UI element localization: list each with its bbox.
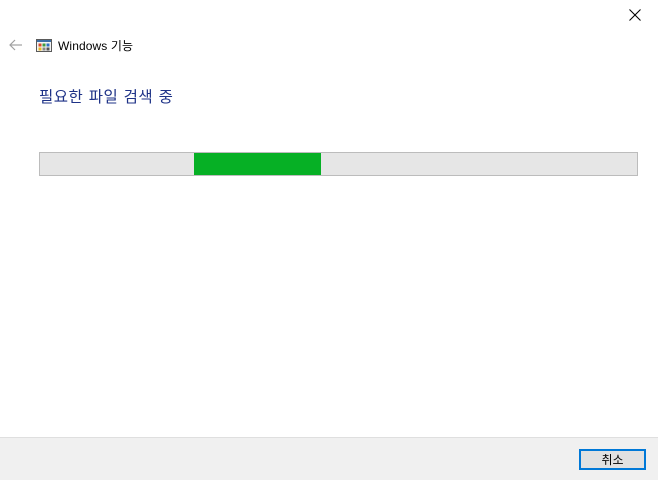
dialog-footer: 취소 <box>0 437 658 480</box>
close-icon <box>629 9 641 21</box>
title-bar: Windows 기능 <box>8 34 133 56</box>
cancel-button[interactable]: 취소 <box>579 449 646 470</box>
windows-features-icon <box>36 39 52 52</box>
back-arrow-icon <box>9 39 22 51</box>
progress-bar-fill <box>194 153 321 175</box>
back-button[interactable] <box>8 37 24 53</box>
page-title: 필요한 파일 검색 중 <box>39 88 174 106</box>
windows-features-dialog: Windows 기능 필요한 파일 검색 중 취소 <box>0 0 658 480</box>
progress-bar <box>39 152 638 176</box>
close-button[interactable] <box>612 0 658 30</box>
window-title: Windows 기능 <box>58 38 134 53</box>
